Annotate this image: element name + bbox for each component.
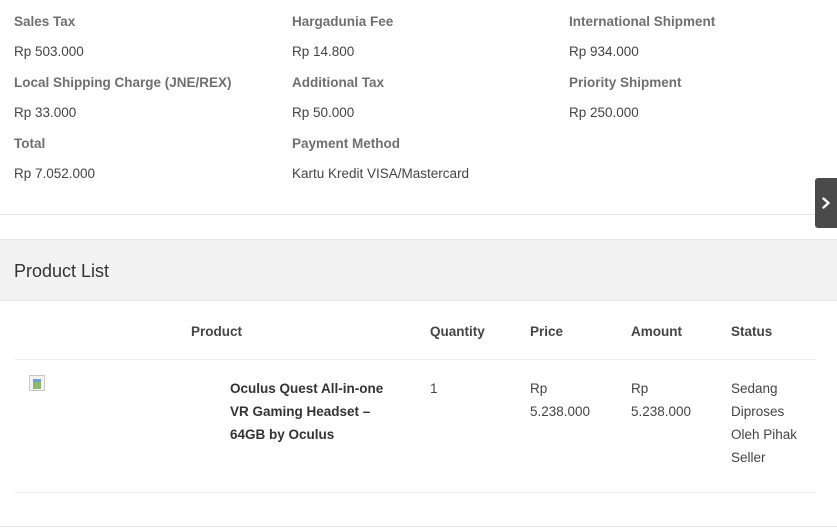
sales-tax-value: Rp 503.000	[14, 44, 84, 59]
divider	[0, 526, 837, 527]
product-quantity: 1	[430, 381, 438, 396]
payment-method-label: Payment Method	[292, 136, 401, 151]
side-panel-toggle-button[interactable]	[815, 178, 837, 228]
hargadunia-fee-value: Rp 14.800	[292, 44, 355, 59]
international-shipment-value: Rp 934.000	[569, 44, 639, 59]
column-header-price: Price	[530, 324, 564, 339]
priority-shipment-field: Priority Shipment Rp 250.000	[569, 75, 829, 120]
broken-image-icon[interactable]	[29, 375, 45, 391]
additional-tax-field: Additional Tax Rp 50.000	[292, 75, 552, 120]
local-shipping-value: Rp 33.000	[14, 105, 77, 120]
additional-tax-label: Additional Tax	[292, 75, 385, 90]
international-shipment-field: International Shipment Rp 934.000	[569, 14, 829, 59]
local-shipping-label: Local Shipping Charge (JNE/REX)	[14, 75, 232, 90]
payment-method-value: Kartu Kredit VISA/Mastercard	[292, 166, 470, 181]
local-shipping-field: Local Shipping Charge (JNE/REX) Rp 33.00…	[14, 75, 274, 120]
product-list-title: Product List	[14, 261, 110, 281]
table-header-row: Product Quantity Price Amount Status	[15, 301, 816, 360]
hargadunia-fee-field: Hargadunia Fee Rp 14.800	[292, 14, 552, 59]
product-table: Product Quantity Price Amount Status Ocu…	[15, 301, 816, 493]
column-header-amount: Amount	[631, 324, 682, 339]
hargadunia-fee-label: Hargadunia Fee	[292, 14, 394, 29]
column-header-status: Status	[731, 324, 773, 339]
total-label: Total	[14, 136, 46, 151]
product-status: Sedang Diproses Oleh Pihak Seller	[731, 381, 798, 465]
product-name-link[interactable]: Oculus Quest All-in-one VR Gaming Headse…	[230, 377, 400, 446]
chevron-right-icon	[822, 197, 830, 209]
column-header-product: Product	[191, 324, 243, 339]
total-value: Rp 7.052.000	[14, 166, 96, 181]
order-summary: Sales Tax Rp 503.000 Hargadunia Fee Rp 1…	[0, 0, 837, 215]
payment-method-field: Payment Method Kartu Kredit VISA/Masterc…	[292, 136, 552, 181]
product-amount: Rp 5.238.000	[631, 381, 692, 419]
additional-tax-value: Rp 50.000	[292, 105, 355, 120]
column-header-quantity: Quantity	[430, 324, 485, 339]
sales-tax-label: Sales Tax	[14, 14, 76, 29]
total-field: Total Rp 7.052.000	[14, 136, 274, 181]
table-row: Oculus Quest All-in-one VR Gaming Headse…	[15, 360, 816, 493]
product-list-header: Product List	[0, 239, 837, 301]
product-price: Rp 5.238.000	[530, 381, 591, 419]
priority-shipment-label: Priority Shipment	[569, 75, 682, 90]
priority-shipment-value: Rp 250.000	[569, 105, 639, 120]
sales-tax-field: Sales Tax Rp 503.000	[14, 14, 274, 59]
international-shipment-label: International Shipment	[569, 14, 716, 29]
